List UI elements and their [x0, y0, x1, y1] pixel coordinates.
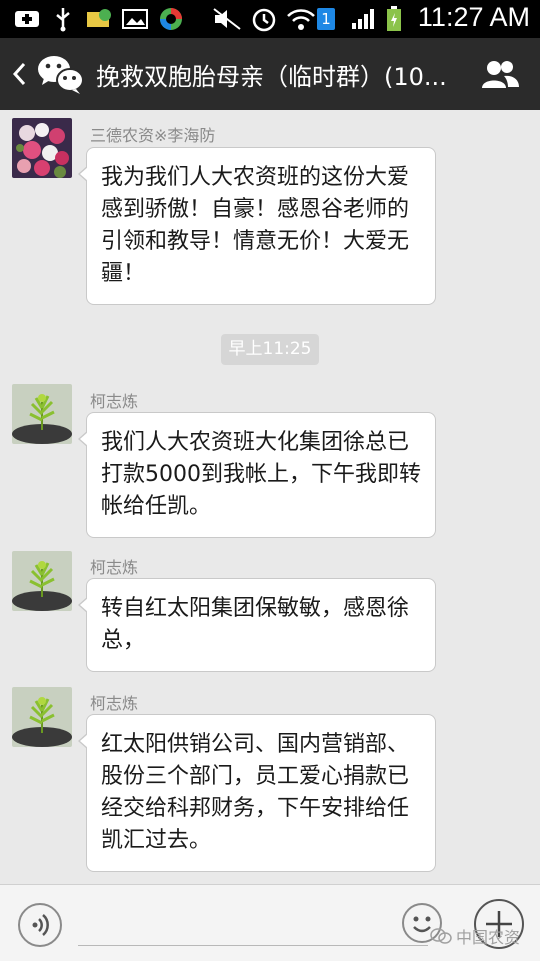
message-bubble[interactable]: 转自红太阳集团保敏敏，感恩徐总， [78, 578, 436, 672]
plant-avatar[interactable] [12, 551, 72, 611]
usb-icon [52, 6, 74, 32]
chat-title: 挽救双胞胎母亲（临时群）(10... [96, 63, 447, 91]
sender-name: 柯志炼 [90, 694, 139, 713]
sender-name: 柯志炼 [90, 558, 139, 577]
voice-icon [32, 914, 49, 936]
signal-icon [350, 6, 376, 32]
mute-icon [212, 6, 242, 32]
notification-badge: 1 [316, 6, 336, 32]
status-bar: 1 11:27 AM [0, 0, 540, 38]
message-bubble[interactable]: 红太阳供销公司、国内营销部、股份三个部门，员工爱心捐款已经交给科邦财务，下午安排… [78, 714, 436, 872]
watermark-text: 中国农资 [456, 928, 521, 947]
message-bubble[interactable]: 我们人大农资班大化集团徐总已打款5000到我帐上，下午我即转帐给任凯。 [78, 412, 436, 538]
chat-messages[interactable]: 三德农资※李海防 我为我们人大农资班的这份大爱感到骄傲！自豪！感恩谷老师的引领和… [0, 110, 540, 884]
plant-avatar[interactable] [12, 687, 72, 747]
plant-avatar[interactable] [12, 384, 72, 444]
wechat-watermark-icon [430, 928, 452, 944]
watermark: 中国农资 [430, 924, 520, 948]
app-icon [158, 6, 184, 32]
chat-header: 挽救双胞胎母亲（临时群）(10... [0, 38, 540, 110]
wechat-logo-icon [36, 52, 86, 96]
battery-icon [384, 6, 404, 32]
message-bubble[interactable]: 我为我们人大农资班的这份大爱感到骄傲！自豪！感恩谷老师的引领和教导！情意无价！大… [78, 147, 436, 305]
input-bar [0, 884, 540, 961]
add-icon [14, 6, 40, 32]
group-members-icon[interactable] [480, 58, 520, 90]
sender-name: 三德农资※李海防 [90, 126, 216, 145]
voice-input-button[interactable] [18, 903, 62, 947]
wifi-icon [286, 6, 316, 32]
clock-time: 11:27 AM [417, 2, 530, 32]
sender-name: 柯志炼 [90, 392, 139, 411]
message-input[interactable] [78, 945, 428, 946]
flower-bouquet-avatar[interactable] [12, 118, 72, 178]
back-icon[interactable] [10, 60, 28, 88]
alarm-icon [250, 6, 278, 32]
mail-icon [84, 6, 114, 32]
image-icon [122, 6, 148, 32]
time-divider: 早上11:25 [221, 334, 319, 365]
